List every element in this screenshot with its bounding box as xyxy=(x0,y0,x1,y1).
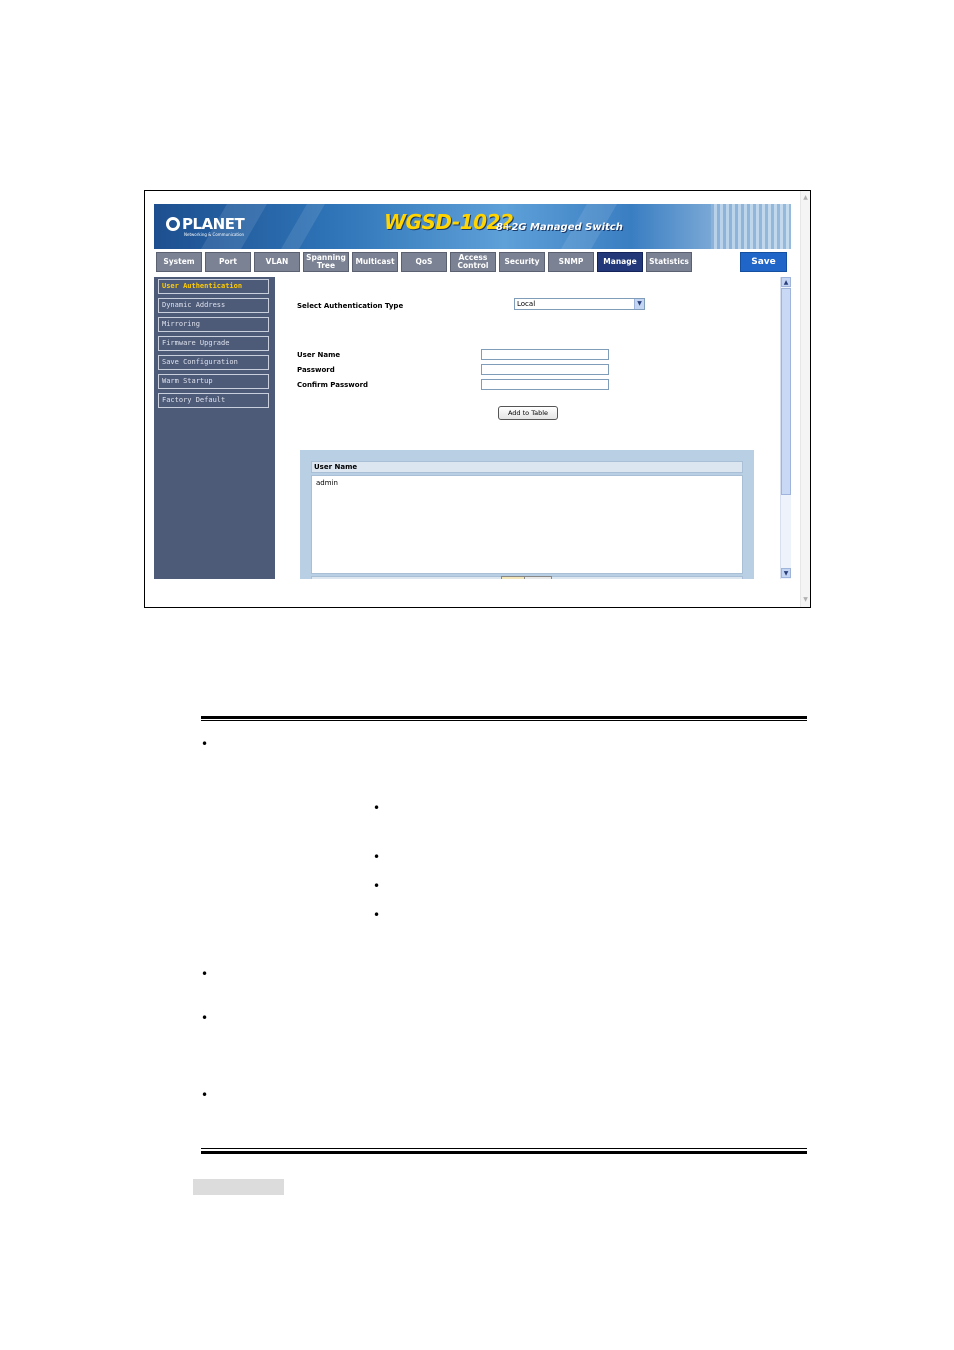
bullet: • xyxy=(373,801,381,815)
scroll-thumb[interactable] xyxy=(781,288,791,495)
tab-manage[interactable]: Manage xyxy=(597,252,643,272)
main-panel: Select Authentication Type Local ▼ User … xyxy=(275,277,780,579)
footer-button[interactable] xyxy=(524,576,552,579)
scroll-down-icon[interactable]: ▼ xyxy=(781,568,791,578)
sidebar-item-factory-default[interactable]: Factory Default xyxy=(158,393,269,408)
browser-screenshot: PLANET Networking & Communication WGSD-1… xyxy=(144,190,811,608)
user-table-footer xyxy=(311,576,743,579)
save-button[interactable]: Save xyxy=(740,252,787,272)
sidebar-item-user-authentication[interactable]: User Authentication xyxy=(158,279,269,294)
page-scroll-up-icon[interactable]: ▲ xyxy=(801,193,810,202)
bullet: • xyxy=(373,908,381,922)
username-label: User Name xyxy=(297,351,341,359)
auth-type-value: Local xyxy=(517,300,536,308)
sidebar-item-firmware-upgrade[interactable]: Firmware Upgrade xyxy=(158,336,269,351)
model-name: WGSD-1022 xyxy=(384,210,514,234)
password-input[interactable] xyxy=(481,364,609,375)
bullet: • xyxy=(373,850,381,864)
brand-tagline: Networking & Communication xyxy=(184,232,245,237)
sidebar: User Authentication Dynamic Address Mirr… xyxy=(154,277,275,579)
tab-access-control[interactable]: Access Control xyxy=(450,252,496,272)
sidebar-item-dynamic-address[interactable]: Dynamic Address xyxy=(158,298,269,313)
tab-multicast[interactable]: Multicast xyxy=(352,252,398,272)
page-scrollbar[interactable]: ▲ ▼ xyxy=(800,191,810,607)
tab-qos[interactable]: QoS xyxy=(401,252,447,272)
section-rule-bottom-thin xyxy=(201,1148,807,1149)
scroll-up-icon[interactable]: ▲ xyxy=(781,277,791,287)
brand-name: PLANET xyxy=(182,215,245,233)
add-to-table-button[interactable]: Add to Table xyxy=(498,406,558,420)
planet-logo: PLANET xyxy=(166,215,245,233)
auth-type-select[interactable]: Local ▼ xyxy=(514,298,645,310)
bullet: • xyxy=(201,737,209,751)
username-input[interactable] xyxy=(481,349,609,360)
page-scroll-down-icon[interactable]: ▼ xyxy=(801,595,810,604)
bullet: • xyxy=(201,1011,209,1025)
tab-spanning-tree[interactable]: Spanning Tree xyxy=(303,252,349,272)
content-area: User Authentication Dynamic Address Mirr… xyxy=(154,277,791,579)
table-row[interactable]: admin xyxy=(316,479,738,487)
user-table-header: User Name xyxy=(311,461,743,473)
section-rule-bottom xyxy=(201,1151,807,1154)
building-graphic xyxy=(711,204,791,249)
password-label: Password xyxy=(297,366,335,374)
content-scrollbar[interactable]: ▲ ▼ xyxy=(780,277,791,579)
section-rule-top-thin xyxy=(201,720,807,721)
tab-statistics[interactable]: Statistics xyxy=(646,252,692,272)
auth-type-label: Select Authentication Type xyxy=(297,302,404,310)
confirm-password-label: Confirm Password xyxy=(297,381,369,389)
sidebar-item-mirroring[interactable]: Mirroring xyxy=(158,317,269,332)
tab-port[interactable]: Port xyxy=(205,252,251,272)
sidebar-item-save-configuration[interactable]: Save Configuration xyxy=(158,355,269,370)
model-description: 8+2G Managed Switch xyxy=(496,222,623,233)
tab-snmp[interactable]: SNMP xyxy=(548,252,594,272)
top-nav: System Port VLAN Spanning Tree Multicast… xyxy=(154,249,791,275)
tab-system[interactable]: System xyxy=(156,252,202,272)
bullet: • xyxy=(201,1088,209,1102)
bullet: • xyxy=(201,967,209,981)
confirm-password-input[interactable] xyxy=(481,379,609,390)
planet-logo-icon xyxy=(166,217,180,231)
section-rule-top xyxy=(201,716,807,719)
note-label-box xyxy=(193,1179,284,1195)
bullet: • xyxy=(373,879,381,893)
user-table: User Name admin xyxy=(300,450,754,579)
header-banner: PLANET Networking & Communication WGSD-1… xyxy=(154,204,791,249)
tab-security[interactable]: Security xyxy=(499,252,545,272)
user-table-body: admin xyxy=(311,475,743,574)
sidebar-item-warm-startup[interactable]: Warm Startup xyxy=(158,374,269,389)
chevron-down-icon[interactable]: ▼ xyxy=(634,299,644,309)
tab-vlan[interactable]: VLAN xyxy=(254,252,300,272)
